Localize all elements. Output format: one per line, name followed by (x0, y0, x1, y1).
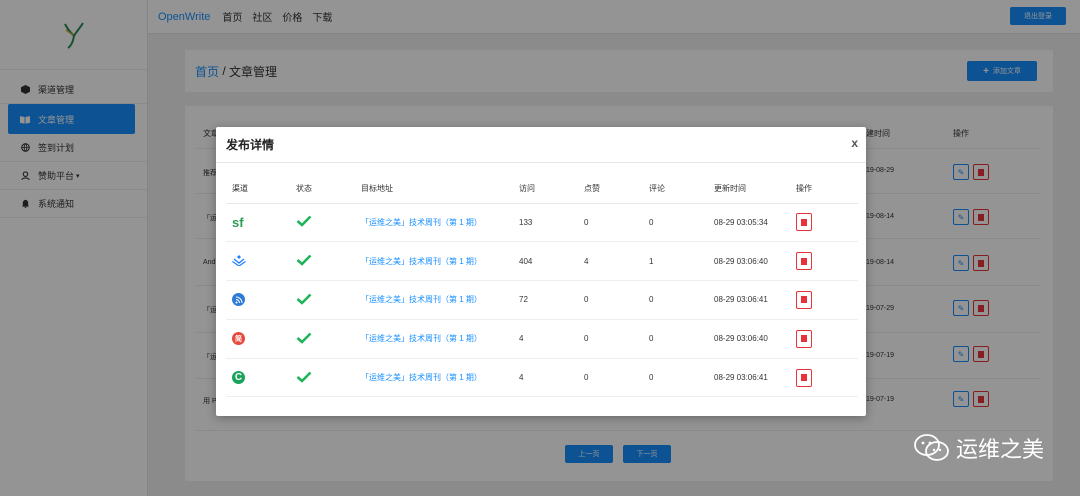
trash-icon (801, 335, 807, 343)
publish-details-table: 渠道 状态 目标地址 访问 点赞 评论 更新时间 操作 sf 「运维之美」技术周… (226, 175, 858, 398)
views-cell: 404 (513, 241, 578, 282)
comments-cell: 1 (643, 241, 708, 282)
col-action: 操作 (790, 175, 858, 204)
target-link[interactable]: 「运维之美」技术周刊（第 1 期） (355, 203, 513, 243)
updated-cell: 08-29 03:06:40 (708, 319, 790, 359)
watermark-text: 运维之美 (955, 437, 1044, 462)
col-updated: 更新时间 (708, 175, 790, 204)
views-cell: 4 (513, 358, 578, 398)
check-icon (296, 293, 312, 305)
col-status: 状态 (290, 175, 355, 204)
col-channel: 渠道 (226, 175, 290, 204)
trash-icon (801, 374, 807, 382)
juejin-icon (232, 255, 246, 267)
check-icon (296, 332, 312, 344)
trash-icon (801, 296, 807, 304)
table-row: 「运维之美」技术周刊（第 1 期） 72 0 0 08-29 03:06:41 (226, 280, 858, 320)
publish-details-modal: 发布详情 x 渠道 状态 目标地址 访问 点赞 评论 更新时间 操作 sf 「运… (216, 127, 866, 416)
delete-button[interactable] (796, 252, 812, 271)
comments-cell: 0 (643, 280, 708, 320)
target-link[interactable]: 「运维之美」技术周刊（第 1 期） (355, 358, 513, 398)
target-link[interactable]: 「运维之美」技术周刊（第 1 期） (355, 280, 513, 320)
likes-cell: 0 (578, 319, 643, 359)
watermark: 运维之美 (914, 432, 1044, 464)
views-cell: 4 (513, 319, 578, 359)
views-cell: 72 (513, 280, 578, 320)
updated-cell: 08-29 03:06:41 (708, 358, 790, 398)
table-header-row: 渠道 状态 目标地址 访问 点赞 评论 更新时间 操作 (226, 175, 858, 204)
target-link[interactable]: 「运维之美」技术周刊（第 1 期） (355, 241, 513, 282)
delete-button[interactable] (796, 213, 812, 232)
updated-cell: 08-29 03:06:41 (708, 280, 790, 320)
table-row: 「运维之美」技术周刊（第 1 期） 404 4 1 08-29 03:06:40 (226, 241, 858, 282)
check-icon (296, 371, 312, 383)
col-comments: 评论 (643, 175, 708, 204)
comments-cell: 0 (643, 319, 708, 359)
check-icon (296, 254, 312, 266)
trash-icon (801, 218, 807, 226)
col-target: 目标地址 (355, 175, 513, 204)
comments-cell: 0 (643, 358, 708, 398)
views-cell: 133 (513, 203, 578, 243)
check-icon (296, 215, 312, 228)
modal-close-button[interactable]: x (851, 136, 858, 150)
likes-cell: 0 (578, 203, 643, 243)
delete-button[interactable] (796, 329, 812, 348)
csdn-icon: C (232, 371, 245, 385)
oschina-icon (232, 293, 245, 307)
table-row: 简 「运维之美」技术周刊（第 1 期） 4 0 0 08-29 03:06:40 (226, 319, 858, 359)
likes-cell: 4 (578, 241, 643, 282)
likes-cell: 0 (578, 280, 643, 320)
target-link[interactable]: 「运维之美」技术周刊（第 1 期） (355, 319, 513, 359)
updated-cell: 08-29 03:05:34 (708, 203, 790, 243)
wechat-icon (914, 434, 949, 461)
jianshu-icon: 简 (232, 332, 245, 346)
table-row: C 「运维之美」技术周刊（第 1 期） 4 0 0 08-29 03:06:41 (226, 358, 858, 398)
comments-cell: 0 (643, 203, 708, 243)
likes-cell: 0 (578, 358, 643, 398)
segmentfault-icon: sf (232, 214, 244, 230)
delete-button[interactable] (796, 368, 812, 387)
modal-title: 发布详情 (216, 127, 866, 163)
col-likes: 点赞 (578, 175, 643, 204)
trash-icon (801, 257, 807, 265)
delete-button[interactable] (796, 290, 812, 309)
col-views: 访问 (513, 175, 578, 204)
updated-cell: 08-29 03:06:40 (708, 241, 790, 282)
table-row: sf 「运维之美」技术周刊（第 1 期） 133 0 0 08-29 03:05… (226, 203, 858, 243)
